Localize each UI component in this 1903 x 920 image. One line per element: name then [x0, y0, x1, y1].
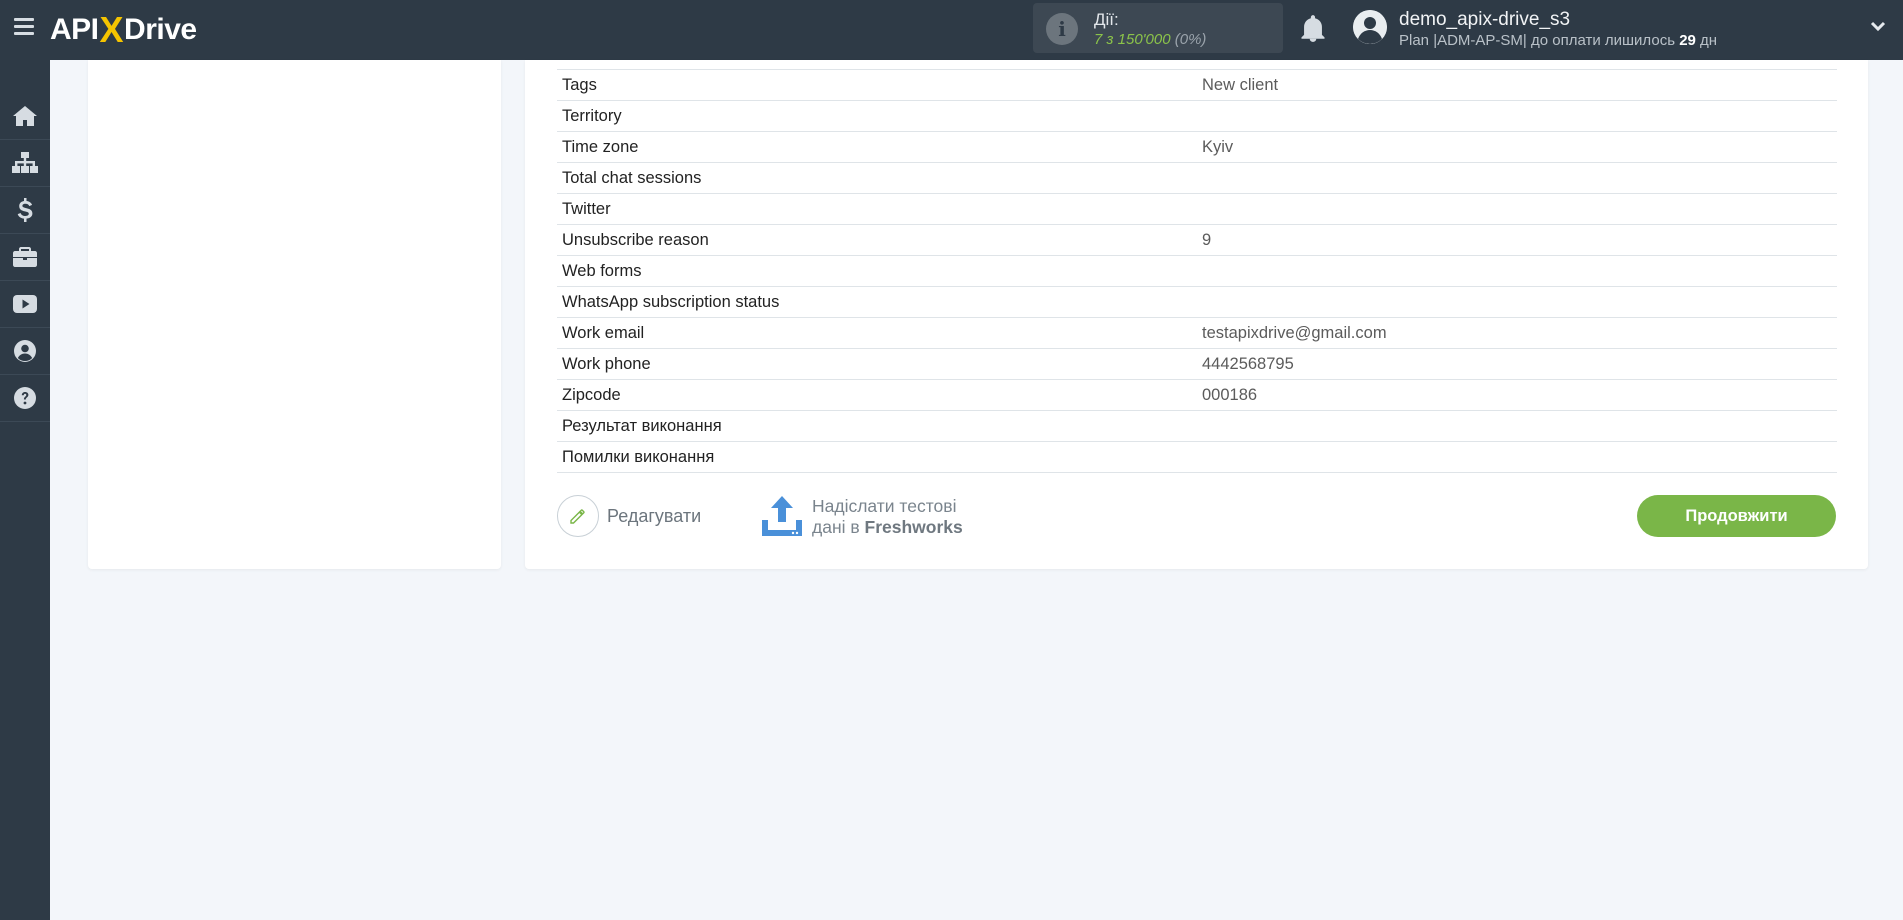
left-panel — [88, 60, 501, 569]
actions-percent: (0%) — [1170, 31, 1207, 48]
send-line-2: дані в — [812, 517, 865, 537]
send-line-1: Надіслати тестові — [812, 496, 957, 516]
user-name[interactable]: demo_apix-drive_s3 — [1399, 9, 1570, 31]
table-row: Time zone Kyiv — [557, 132, 1837, 163]
table-row: WhatsApp subscription status — [557, 287, 1837, 318]
actions-limit: з 150'000 — [1102, 31, 1171, 48]
send-test-data-label: Надіслати тестові дані в Freshworks — [812, 496, 963, 538]
edit-button[interactable]: Редагувати — [557, 495, 701, 537]
bell-icon[interactable] — [1300, 15, 1326, 43]
table-row: Zipcode 000186 — [557, 380, 1837, 411]
logo-text-x: X — [99, 9, 124, 50]
field-name: Time zone — [562, 137, 639, 156]
field-value: 4442568795 — [1202, 354, 1294, 373]
field-name: Zipcode — [562, 385, 621, 404]
field-name: Work phone — [562, 354, 651, 373]
continue-button[interactable]: Продовжити — [1637, 495, 1836, 537]
field-value: New client — [1202, 75, 1279, 94]
field-table: Tags New client Territory Time zone Kyiv Tota… — [557, 60, 1837, 473]
table-row: Total chat sessions — [557, 163, 1837, 194]
field-value: 000186 — [1202, 385, 1258, 404]
send-test-data-button[interactable]: Надіслати тестові дані в Freshworks — [760, 496, 963, 538]
table-row: Помилки виконання — [557, 442, 1837, 473]
sidebar-item-help[interactable] — [0, 375, 50, 422]
pencil-icon — [557, 495, 599, 537]
dollar-icon — [17, 198, 33, 222]
avatar[interactable] — [1353, 10, 1387, 44]
help-icon — [14, 387, 36, 409]
field-value: Kyiv — [1202, 137, 1234, 156]
table-row: Web forms — [557, 256, 1837, 287]
plan-text: Plan |ADM-AP-SM| до оплати лишилось — [1399, 32, 1680, 49]
table-row: Результат виконання — [557, 411, 1837, 442]
field-name: Помилки виконання — [562, 447, 715, 466]
apix-drive-logo[interactable]: API X Drive — [50, 9, 197, 50]
main-panel: Tags New client Territory Time zone Kyiv Tota… — [525, 60, 1868, 569]
field-name: Tags — [562, 75, 597, 94]
table-row: Tags New client — [557, 70, 1837, 101]
sidebar-item-home[interactable] — [0, 93, 50, 140]
user-icon — [14, 340, 36, 362]
table-row: Twitter — [557, 194, 1837, 225]
table-row: Territory — [557, 101, 1837, 132]
video-icon — [13, 295, 37, 313]
logo-text-api: API — [50, 13, 99, 46]
user-plan: Plan |ADM-AP-SM| до оплати лишилось 29 д… — [1399, 32, 1717, 49]
sidebar — [0, 60, 50, 920]
edit-button-label: Редагувати — [607, 505, 702, 526]
field-name: Unsubscribe reason — [562, 230, 709, 249]
plan-days-suffix: дн — [1695, 32, 1718, 49]
actions-count: 7 з 150'000 (0%) — [1094, 31, 1206, 48]
sidebar-item-profile[interactable] — [0, 328, 50, 375]
field-name: Twitter — [562, 199, 611, 218]
plan-days: 29 — [1679, 32, 1696, 49]
field-name: Total chat sessions — [562, 168, 702, 187]
sidebar-item-projects[interactable] — [0, 234, 50, 281]
logo-text-drive: Drive — [124, 13, 197, 46]
actions-counter[interactable]: i Дії: 7 з 150'000 (0%) — [1033, 3, 1283, 53]
field-name: Web forms — [562, 261, 642, 280]
briefcase-icon — [13, 247, 37, 267]
sidebar-item-billing[interactable] — [0, 187, 50, 234]
sidebar-item-video[interactable] — [0, 281, 50, 328]
top-bar: API X Drive i Дії: 7 з 150'000 (0%) demo_a… — [0, 0, 1903, 60]
info-icon: i — [1046, 13, 1078, 45]
field-value: 9 — [1202, 230, 1212, 249]
sidebar-item-connections[interactable] — [0, 140, 50, 187]
home-icon — [13, 106, 37, 126]
table-row: Work phone 4442568795 — [557, 349, 1837, 380]
chevron-down-icon[interactable] — [1870, 20, 1886, 34]
table-row-clipped — [557, 60, 1837, 70]
field-name: WhatsApp subscription status — [562, 292, 780, 311]
table-row: Unsubscribe reason 9 — [557, 225, 1837, 256]
upload-icon — [762, 496, 802, 536]
field-name: Результат виконання — [562, 416, 722, 435]
send-target: Freshworks — [864, 517, 963, 537]
field-value: testapixdrive@gmail.com — [1202, 323, 1387, 342]
sitemap-icon — [12, 152, 38, 173]
field-name: Work email — [562, 323, 645, 342]
table-row: Work email testapixdrive@gmail.com — [557, 318, 1837, 349]
field-name: Territory — [562, 106, 622, 125]
actions-label: Дії: — [1094, 10, 1119, 29]
menu-icon[interactable] — [14, 18, 34, 36]
